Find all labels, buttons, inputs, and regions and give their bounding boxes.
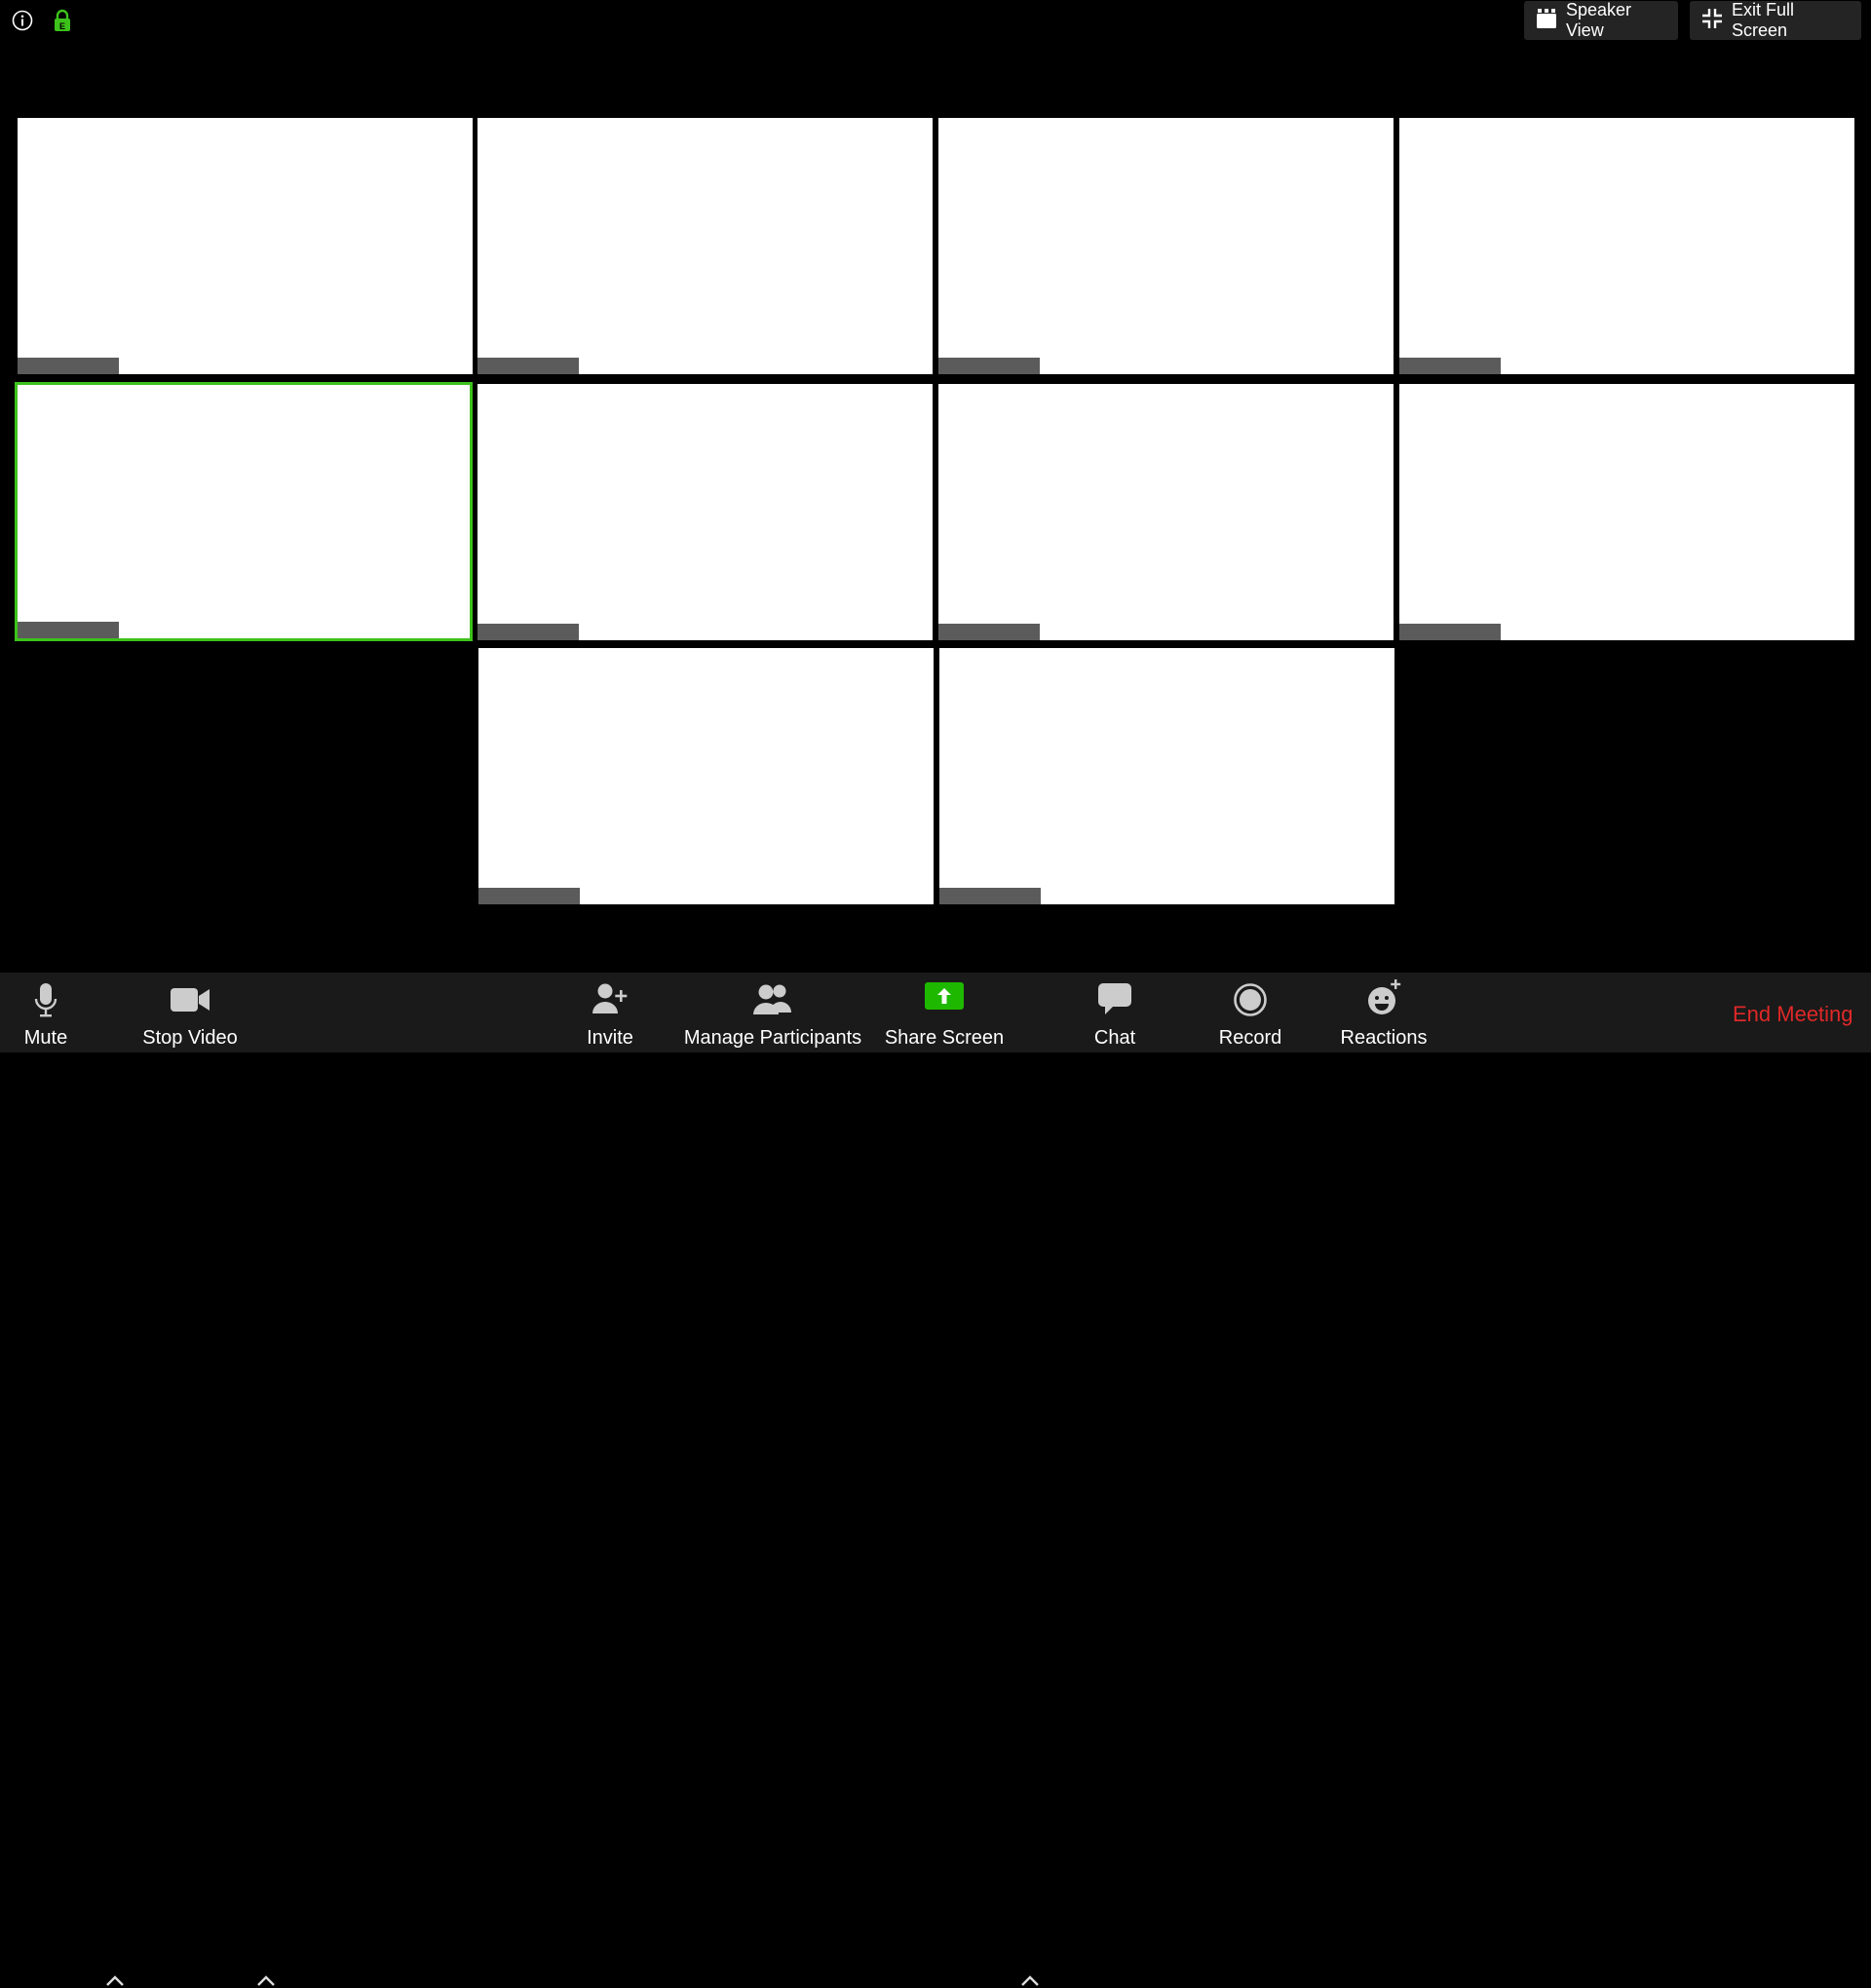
participant-tile[interactable] [18,118,473,374]
add-reaction-icon [1364,978,1403,1022]
mute-button[interactable]: Mute [0,973,92,1052]
share-screen-label: Share Screen [884,1027,1005,1049]
record-button[interactable]: Record [1208,973,1292,1052]
participant-name-bar [939,888,1041,904]
invite-label: Invite [587,1027,633,1049]
manage-participants-button[interactable]: Manage Participants [680,973,865,1052]
share-screen-icon [925,982,964,1018]
participant-name-bar [18,622,119,638]
participant-tile[interactable] [477,384,933,640]
participant-tile[interactable] [477,118,933,374]
participant-tile[interactable] [939,648,1394,904]
microphone-icon [33,982,58,1024]
participant-name-bar [477,358,579,374]
participant-tile[interactable] [1399,384,1854,640]
participant-name-bar [938,624,1040,640]
video-options-chevron-up-icon[interactable] [255,1974,277,1988]
participant-tile[interactable] [938,118,1394,374]
add-person-icon [592,982,629,1020]
gallery-view [0,0,1871,975]
chat-button[interactable]: Chat [1080,973,1150,1052]
participant-name-bar [477,624,579,640]
participant-name-bar [18,358,119,374]
participant-name-bar [938,358,1040,374]
meeting-toolbar: Mute Stop Video Invite Manage Participan… [0,973,1871,1986]
mute-label: Mute [23,1027,68,1049]
participant-name-bar [1399,624,1501,640]
share-screen-button[interactable]: Share Screen [883,973,1006,1052]
chat-label: Chat [1093,1027,1136,1049]
audio-options-chevron-up-icon[interactable] [104,1974,126,1988]
invite-button[interactable]: Invite [571,973,649,1052]
reactions-button[interactable]: Reactions [1335,973,1432,1052]
stop-video-button[interactable]: Stop Video [129,973,251,1052]
stop-video-label: Stop Video [142,1027,238,1049]
end-meeting-button[interactable]: End Meeting [1733,1002,1853,1027]
share-options-chevron-up-icon[interactable] [1019,1974,1041,1988]
active-speaker-tile[interactable] [15,382,473,641]
record-icon [1233,982,1268,1022]
participant-tile[interactable] [1399,118,1854,374]
participant-tile[interactable] [938,384,1394,640]
record-label: Record [1218,1027,1282,1049]
participant-name-bar [478,888,580,904]
reactions-label: Reactions [1340,1027,1428,1049]
participant-tile[interactable] [478,648,934,904]
video-camera-icon [170,986,210,1018]
participants-icon [752,982,793,1020]
participant-name-bar [1399,358,1501,374]
chat-bubble-icon [1097,982,1132,1020]
manage-participants-label: Manage Participants [683,1027,862,1049]
